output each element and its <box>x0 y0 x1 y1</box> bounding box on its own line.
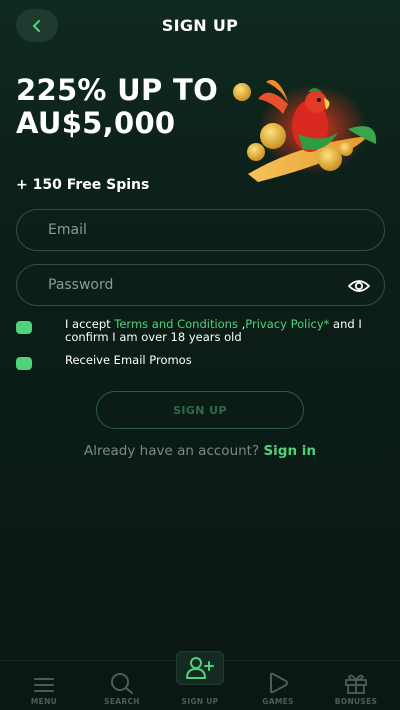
play-icon <box>270 672 288 694</box>
email-field-wrapper <box>16 209 385 251</box>
nav-item-games[interactable]: GAMES <box>238 672 318 706</box>
password-field[interactable] <box>17 265 384 305</box>
privacy-link[interactable]: Privacy Policy* <box>245 317 329 331</box>
terms-checkbox[interactable] <box>16 321 32 334</box>
eye-icon[interactable] <box>348 276 370 296</box>
promos-row: Receive Email Promos <box>16 354 385 370</box>
promo-title: 225% UP TO AU$5,000 <box>16 73 219 140</box>
header: SIGN UP <box>0 0 400 52</box>
terms-prefix: I accept <box>65 317 115 331</box>
nav-label-bonuses: BONUSES <box>334 697 378 706</box>
nav-label-menu: MENU <box>30 697 58 706</box>
nav-label-games: GAMES <box>262 697 294 706</box>
search-icon <box>111 673 133 694</box>
signin-prompt-text: Already have an account? <box>83 443 260 459</box>
signin-link[interactable]: Sign in <box>263 443 316 459</box>
nav-label-search: SEARCH <box>104 697 140 706</box>
add-user-icon <box>186 657 214 679</box>
nav-item-search[interactable]: SEARCH <box>82 672 162 706</box>
nav-label-signup: SIGN UP <box>181 697 219 706</box>
page-title: SIGN UP <box>161 16 239 35</box>
terms-text: I accept Terms and Conditions ,Privacy P… <box>65 318 385 344</box>
password-field-wrapper <box>16 264 385 306</box>
gift-icon <box>345 674 367 694</box>
promos-checkbox[interactable] <box>16 357 32 370</box>
terms-row: I accept Terms and Conditions ,Privacy P… <box>16 318 385 344</box>
promos-label: Receive Email Promos <box>65 353 192 367</box>
menu-icon <box>34 678 54 692</box>
email-field[interactable] <box>17 210 384 250</box>
signup-button[interactable]: SIGN UP <box>96 391 304 429</box>
signup-nav-highlight[interactable] <box>176 651 224 685</box>
nav-item-menu[interactable]: MENU <box>4 676 84 706</box>
promo-subtitle: + 150 Free Spins <box>16 177 150 193</box>
nav-item-bonuses[interactable]: BONUSES <box>316 672 396 706</box>
parrot-surfboard-illustration <box>233 79 377 182</box>
terms-link[interactable]: Terms and Conditions <box>114 317 238 331</box>
signin-prompt: Already have an account? Sign in <box>0 443 400 459</box>
nav-item-signup[interactable]: SIGN UP <box>160 697 240 706</box>
